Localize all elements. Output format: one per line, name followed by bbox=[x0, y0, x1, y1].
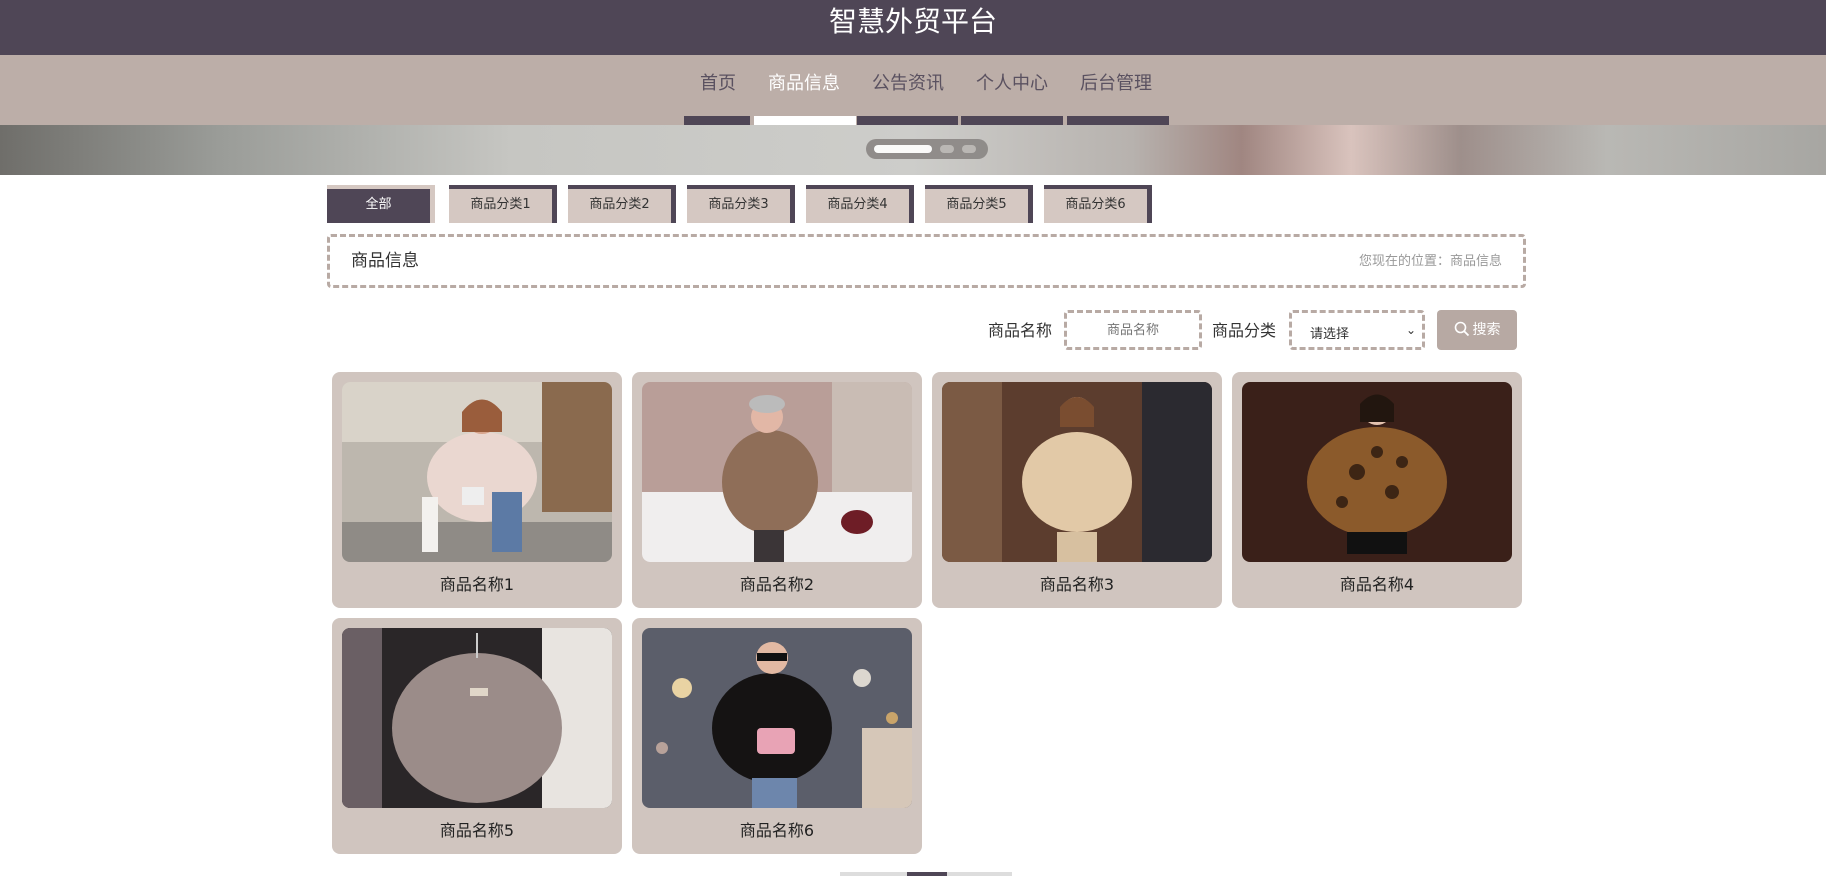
product-name[interactable]: 商品名称5 bbox=[332, 820, 622, 842]
product-card[interactable]: 商品名称1 bbox=[332, 372, 622, 608]
category-tab-4[interactable]: 商品分类4 bbox=[806, 185, 914, 223]
category-tab-6[interactable]: 商品分类6 bbox=[1044, 185, 1152, 223]
product-image[interactable] bbox=[942, 382, 1212, 562]
product-name[interactable]: 商品名称6 bbox=[632, 820, 922, 842]
nav-indicator bbox=[857, 116, 958, 125]
nav-item-home[interactable]: 首页 bbox=[696, 72, 740, 96]
pagination-current[interactable] bbox=[907, 872, 947, 876]
nav-item-news[interactable]: 公告资讯 bbox=[868, 72, 948, 96]
search-button-label: 搜索 bbox=[1472, 322, 1501, 338]
search-button[interactable]: 搜索 bbox=[1437, 310, 1517, 350]
main-nav: 首页 商品信息 公告资讯 个人中心 后台管理 bbox=[0, 55, 1826, 125]
product-name[interactable]: 商品名称1 bbox=[332, 574, 622, 596]
product-image[interactable] bbox=[342, 382, 612, 562]
carousel-dot-1[interactable] bbox=[874, 145, 932, 153]
category-tab-3[interactable]: 商品分类3 bbox=[687, 185, 795, 223]
category-tab-2[interactable]: 商品分类2 bbox=[568, 185, 676, 223]
carousel-dot-3[interactable] bbox=[962, 145, 976, 153]
chevron-down-icon: ⌄ bbox=[1405, 323, 1416, 337]
section-header: 商品信息 您现在的位置：商品信息 bbox=[327, 234, 1526, 288]
product-image[interactable] bbox=[1242, 382, 1512, 562]
product-name[interactable]: 商品名称4 bbox=[1232, 574, 1522, 596]
nav-indicator bbox=[961, 116, 1063, 125]
category-select[interactable]: 请选择 ⌄ bbox=[1289, 310, 1425, 350]
nav-item-products[interactable]: 商品信息 bbox=[764, 72, 844, 96]
nav-item-admin[interactable]: 后台管理 bbox=[1076, 72, 1156, 96]
product-name[interactable]: 商品名称2 bbox=[632, 574, 922, 596]
pagination bbox=[840, 872, 1012, 876]
category-tab-5[interactable]: 商品分类5 bbox=[925, 185, 1033, 223]
product-card[interactable]: 商品名称5 bbox=[332, 618, 622, 854]
product-card[interactable]: 商品名称4 bbox=[1232, 372, 1522, 608]
product-name[interactable]: 商品名称3 bbox=[932, 574, 1222, 596]
site-title: 智慧外贸平台 bbox=[828, 5, 997, 38]
nav-indicator bbox=[684, 116, 750, 125]
search-icon bbox=[1454, 321, 1469, 336]
product-name-label: 商品名称 bbox=[988, 321, 1053, 340]
breadcrumb: 您现在的位置：商品信息 bbox=[1358, 254, 1502, 269]
product-image[interactable] bbox=[642, 628, 912, 808]
category-select-value: 请选择 bbox=[1310, 327, 1350, 342]
category-tab-all[interactable]: 全部 bbox=[327, 185, 435, 223]
nav-indicator bbox=[1067, 116, 1169, 125]
carousel-dots bbox=[866, 139, 988, 159]
product-image[interactable] bbox=[642, 382, 912, 562]
section-title: 商品信息 bbox=[351, 251, 419, 271]
product-card[interactable]: 商品名称6 bbox=[632, 618, 922, 854]
product-image[interactable] bbox=[342, 628, 612, 808]
nav-item-profile[interactable]: 个人中心 bbox=[972, 72, 1052, 96]
carousel-dot-2[interactable] bbox=[940, 145, 954, 153]
product-card[interactable]: 商品名称2 bbox=[632, 372, 922, 608]
category-label: 商品分类 bbox=[1212, 321, 1277, 340]
product-name-input[interactable] bbox=[1064, 310, 1202, 350]
top-header: 智慧外贸平台 bbox=[0, 0, 1826, 55]
nav-indicator-active bbox=[754, 116, 856, 125]
category-tab-1[interactable]: 商品分类1 bbox=[449, 185, 557, 223]
product-card[interactable]: 商品名称3 bbox=[932, 372, 1222, 608]
